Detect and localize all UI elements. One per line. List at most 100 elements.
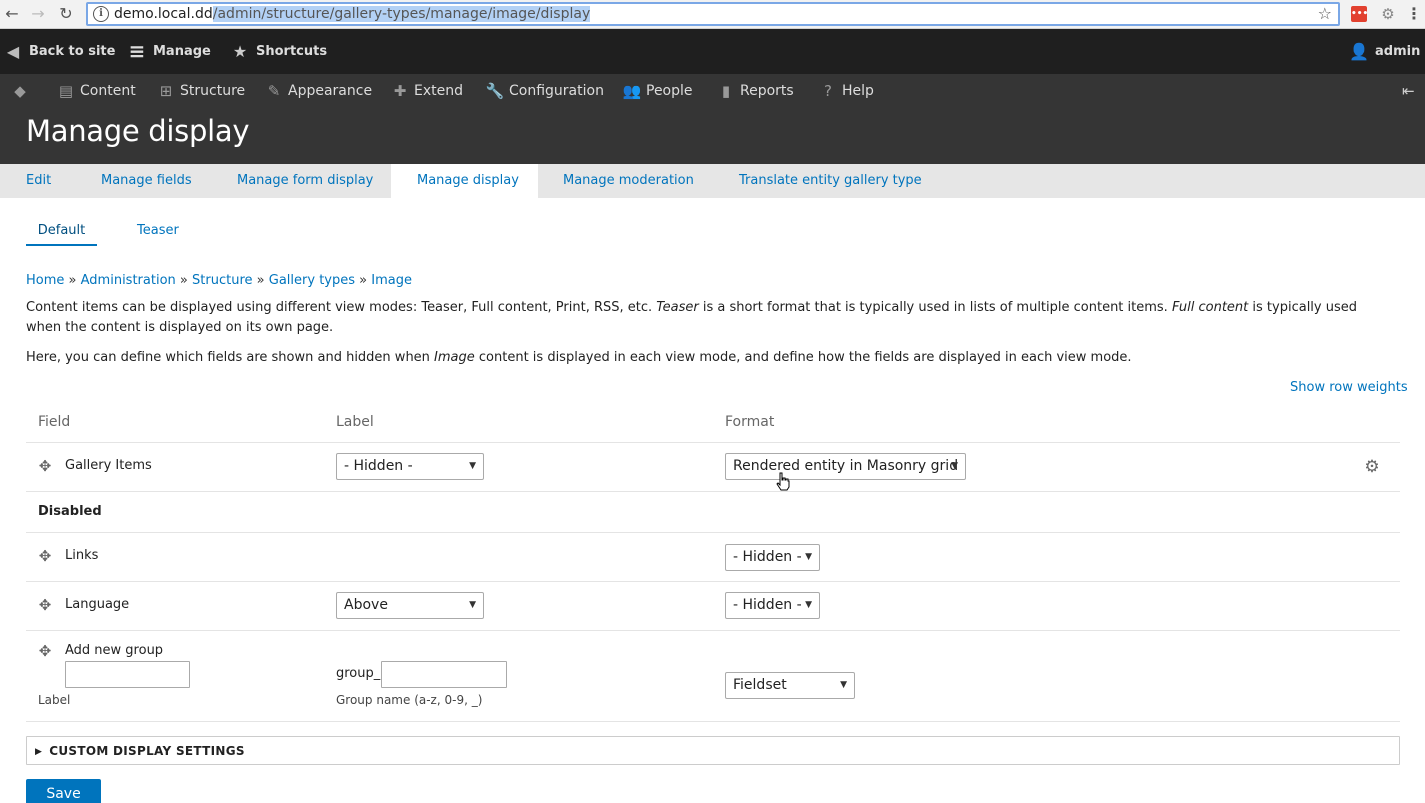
shortcuts-label: Shortcuts: [256, 44, 328, 59]
settings-gear-icon[interactable]: ⚙: [1363, 458, 1381, 476]
menu-item-structure[interactable]: ⊞ Structure: [156, 74, 245, 108]
page-header: Manage display: [0, 108, 1425, 164]
select-value: Above: [344, 597, 388, 613]
label-select-gallery-items[interactable]: - Hidden - ▼: [336, 453, 484, 480]
format-select-links[interactable]: - Hidden - ▼: [725, 544, 820, 571]
forward-arrow-icon[interactable]: →: [28, 4, 48, 24]
star-icon: ★: [232, 42, 248, 61]
menu-item-help[interactable]: ? Help: [818, 74, 874, 108]
dropdown-arrow-icon: ▼: [469, 600, 476, 610]
wrench-icon: 🔧: [485, 82, 505, 100]
menu-item-reports[interactable]: ▮ Reports: [716, 74, 794, 108]
group-name-prefix: group_: [336, 666, 381, 681]
menu-item-label: Configuration: [509, 83, 604, 99]
user-tab[interactable]: 👤 admin: [1349, 29, 1420, 74]
admin-toolbar: ◀ Back to site ≡ Manage ★ Shortcuts 👤 admin: [0, 29, 1425, 74]
shortcuts-tab[interactable]: ★ Shortcuts: [230, 29, 327, 74]
description-text: Here, you can define which fields are sh…: [26, 350, 435, 365]
menu-item-configuration[interactable]: 🔧 Configuration: [485, 74, 604, 108]
url-text: demo.local.dd/admin/structure/gallery-ty…: [114, 6, 591, 22]
tab-manage-fields[interactable]: Manage fields: [101, 164, 192, 198]
row-divider: [26, 491, 1400, 492]
description-view-modes: Content items can be displayed using dif…: [26, 298, 1396, 338]
description-fields: Here, you can define which fields are sh…: [26, 348, 1396, 368]
tab-manage-moderation[interactable]: Manage moderation: [563, 164, 694, 198]
custom-display-settings-summary[interactable]: ▶ CUSTOM DISPLAY SETTINGS: [35, 737, 245, 766]
tab-manage-display[interactable]: Manage display: [391, 164, 538, 198]
back-arrow-icon[interactable]: ←: [2, 4, 22, 24]
breadcrumb-home[interactable]: Home: [26, 273, 64, 288]
address-bar[interactable]: i demo.local.dd/admin/structure/gallery-…: [86, 2, 1340, 26]
tab-translate-entity-gallery-type[interactable]: Translate entity gallery type: [739, 164, 922, 198]
format-select-gallery-items[interactable]: Rendered entity in Masonry grid ▼: [725, 453, 966, 480]
save-button[interactable]: Save: [26, 779, 101, 803]
sitemap-icon: ⊞: [159, 82, 173, 100]
drag-handle-icon[interactable]: ✥: [38, 598, 52, 613]
group-format-select[interactable]: Fieldset ▼: [725, 672, 855, 699]
format-select-language[interactable]: - Hidden - ▼: [725, 592, 820, 619]
group-name-input[interactable]: [381, 661, 507, 688]
breadcrumb-gallery-types[interactable]: Gallery types: [269, 273, 355, 288]
column-header-format: Format: [725, 414, 775, 430]
custom-display-settings-details[interactable]: ▶ CUSTOM DISPLAY SETTINGS: [26, 736, 1400, 765]
tab-edit[interactable]: Edit: [26, 164, 51, 198]
show-row-weights-link[interactable]: Show row weights: [1290, 380, 1408, 395]
group-label-caption: Label: [38, 693, 71, 707]
dropdown-arrow-icon: ▼: [469, 461, 476, 471]
breadcrumb-structure[interactable]: Structure: [192, 273, 252, 288]
user-icon: 👤: [1349, 42, 1369, 61]
url-host: demo.local.dd: [114, 6, 213, 22]
tab-manage-form-display[interactable]: Manage form display: [237, 164, 373, 198]
bookmark-star-icon[interactable]: ☆: [1318, 4, 1332, 23]
description-emphasis: Image: [434, 350, 475, 365]
column-header-label: Label: [336, 414, 374, 430]
description-text: Content items can be displayed using dif…: [26, 300, 657, 315]
people-icon: 👥: [622, 82, 642, 100]
user-label: admin: [1375, 44, 1421, 59]
label-select-language[interactable]: Above ▼: [336, 592, 484, 619]
drupal-drop-icon: ◆: [14, 82, 26, 100]
menu-item-label: Reports: [740, 83, 794, 99]
menu-item-label: Extend: [414, 83, 463, 99]
menu-item-content[interactable]: ▤ Content: [56, 74, 136, 108]
description-emphasis: Full content: [1171, 300, 1249, 315]
extension-lastpass-icon[interactable]: •••: [1351, 6, 1368, 22]
drupal-home-link[interactable]: ◆: [10, 74, 34, 108]
triangle-right-icon: ▶: [35, 747, 43, 757]
browser-menu-icon[interactable]: ⋮: [1406, 4, 1422, 24]
field-name-links: Links: [65, 548, 99, 563]
field-name-gallery-items: Gallery Items: [65, 458, 152, 473]
document-icon: ▤: [58, 82, 74, 100]
row-divider: [26, 442, 1400, 443]
description-text: content is displayed in each view mode, …: [474, 350, 1132, 365]
select-value: Rendered entity in Masonry grid: [733, 458, 959, 474]
group-label-input[interactable]: [65, 661, 190, 688]
select-value: - Hidden -: [733, 597, 802, 613]
row-divider: [26, 532, 1400, 533]
tab-teaser[interactable]: Teaser: [137, 216, 179, 246]
drag-handle-icon[interactable]: ✥: [38, 644, 52, 659]
dropdown-arrow-icon: ▼: [805, 600, 812, 610]
manage-tab[interactable]: ≡ Manage: [127, 29, 211, 74]
select-value: - Hidden -: [733, 549, 802, 565]
breadcrumb: Home » Administration » Structure » Gall…: [26, 273, 412, 288]
menu-item-appearance[interactable]: ✎ Appearance: [264, 74, 372, 108]
tab-default[interactable]: Default: [26, 216, 97, 246]
manage-label: Manage: [153, 44, 211, 59]
collapse-toolbar-icon[interactable]: ⇤: [1402, 74, 1415, 108]
menu-item-people[interactable]: 👥 People: [622, 74, 693, 108]
dropdown-arrow-icon: ▼: [840, 680, 847, 690]
breadcrumb-image[interactable]: Image: [371, 273, 412, 288]
select-value: - Hidden -: [344, 458, 413, 474]
drag-handle-icon[interactable]: ✥: [38, 549, 52, 564]
hamburger-icon: ≡: [128, 39, 146, 63]
reload-icon[interactable]: ↻: [56, 4, 76, 24]
info-icon[interactable]: i: [93, 6, 109, 22]
drag-handle-icon[interactable]: ✥: [38, 459, 52, 474]
breadcrumb-administration[interactable]: Administration: [81, 273, 176, 288]
add-new-group-title: Add new group: [65, 643, 164, 658]
back-to-site-link[interactable]: ◀ Back to site: [4, 29, 116, 74]
extension-gear-icon[interactable]: ⚙: [1379, 5, 1397, 23]
menu-item-label: Appearance: [288, 83, 373, 99]
menu-item-extend[interactable]: ✚ Extend: [390, 74, 463, 108]
